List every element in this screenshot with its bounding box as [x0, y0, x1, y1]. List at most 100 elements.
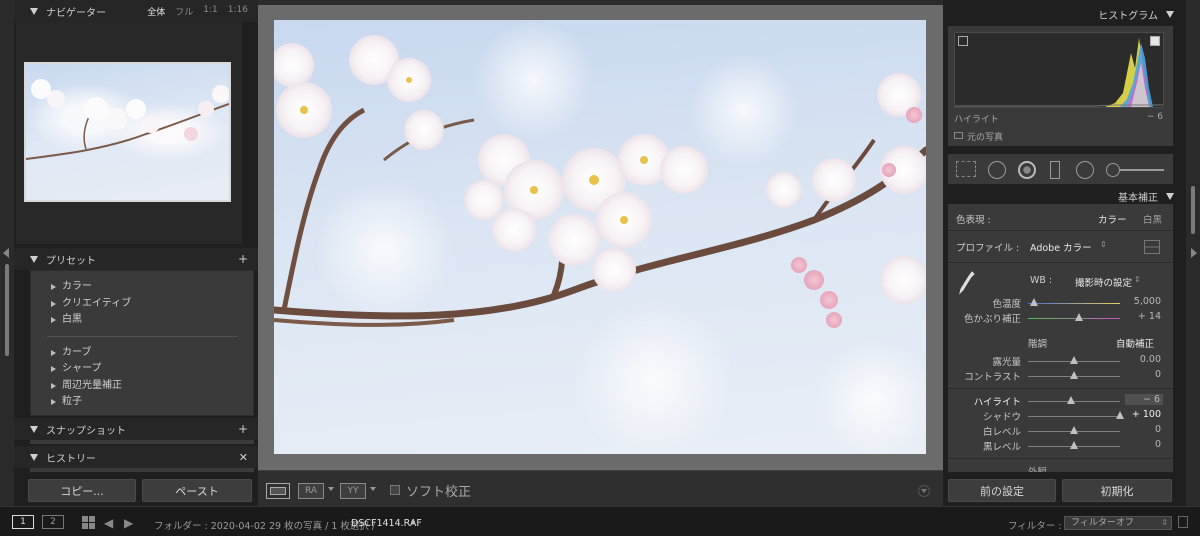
slider-temp[interactable]: 色温度 5,000	[948, 296, 1173, 310]
collapse-triangle-icon[interactable]	[1166, 10, 1174, 18]
main-photo[interactable]	[274, 20, 926, 454]
snapshots-header[interactable]: スナップショット +	[14, 418, 258, 440]
expand-triangle-icon[interactable]	[51, 399, 56, 406]
soft-proof-checkbox[interactable]	[390, 485, 400, 495]
preset-group-color[interactable]: カラー	[31, 279, 253, 296]
slider-whites[interactable]: 白レベル 0	[948, 424, 1173, 438]
right-panel-toggle[interactable]	[1186, 0, 1200, 506]
left-scrollbar[interactable]	[5, 264, 9, 356]
blacks-slider-knob[interactable]	[1070, 441, 1078, 449]
auto-tone-button[interactable]: 自動補正	[1116, 336, 1154, 350]
collapse-triangle-icon[interactable]	[1166, 192, 1174, 200]
radial-filter-icon[interactable]	[1076, 161, 1094, 179]
preset-group-curve[interactable]: カーブ	[31, 345, 253, 362]
clear-history-close-icon[interactable]: ✕	[239, 451, 248, 464]
histogram-info-value: − 6	[1146, 112, 1163, 122]
expand-triangle-icon[interactable]	[51, 349, 56, 356]
history-title: ヒストリー	[46, 453, 96, 465]
slider-highlights[interactable]: ハイライト − 6	[948, 394, 1173, 408]
add-preset-plus-icon[interactable]: +	[238, 252, 248, 266]
red-eye-icon[interactable]	[1018, 161, 1036, 179]
paste-button[interactable]: ペースト	[142, 479, 252, 502]
before-after-ra-button[interactable]: RA	[298, 483, 324, 499]
slider-blacks[interactable]: 黒レベル 0	[948, 439, 1173, 453]
collapse-right-arrow-icon[interactable]	[1191, 248, 1197, 258]
zoom-fill[interactable]: フル	[175, 5, 193, 18]
expand-triangle-icon[interactable]	[51, 317, 56, 324]
wb-dropdown-icon[interactable]: ⇕	[1134, 275, 1141, 284]
loupe-view-icon[interactable]	[266, 483, 290, 499]
slider-contrast[interactable]: コントラスト 0	[948, 369, 1173, 383]
main-window-button[interactable]: 1	[12, 515, 34, 529]
expand-triangle-icon[interactable]	[51, 300, 56, 307]
slider-exposure[interactable]: 露光量 0.00	[948, 354, 1173, 368]
temp-slider-knob[interactable]	[1030, 298, 1039, 306]
profile-dropdown[interactable]: Adobe カラー	[1030, 240, 1092, 254]
previous-settings-button[interactable]: 前の設定	[948, 479, 1056, 502]
expand-triangle-icon[interactable]	[51, 382, 56, 389]
copy-button[interactable]: コピー...	[28, 479, 136, 502]
collapse-triangle-icon[interactable]	[30, 255, 38, 263]
shadows-slider-track[interactable]	[1028, 416, 1120, 417]
preset-group-sharpen[interactable]: シャープ	[31, 361, 253, 378]
contrast-slider-knob[interactable]	[1070, 371, 1078, 379]
presets-header[interactable]: プリセット +	[14, 248, 258, 270]
filter-lock-icon[interactable]	[1178, 516, 1188, 528]
spot-removal-icon[interactable]	[988, 161, 1006, 179]
zoom-1-1[interactable]: 1:1	[203, 5, 217, 18]
crop-overlay-icon[interactable]	[956, 161, 976, 177]
previous-arrow-icon[interactable]: ◀	[104, 516, 113, 530]
exposure-slider-knob[interactable]	[1070, 356, 1078, 364]
preset-group-grain[interactable]: 粒子	[31, 394, 253, 411]
expand-triangle-icon[interactable]	[51, 366, 56, 373]
navigator-title: ナビゲーター	[46, 7, 106, 19]
before-after-yy-dropdown-icon[interactable]	[370, 487, 376, 491]
histogram-header[interactable]: ヒストグラム	[943, 2, 1186, 26]
before-after-yy-button[interactable]: YY	[340, 483, 366, 499]
next-arrow-icon[interactable]: ▶	[124, 516, 133, 530]
basic-title: 基本補正	[1118, 192, 1158, 204]
collapse-triangle-icon[interactable]	[30, 425, 38, 433]
collapse-triangle-icon[interactable]	[30, 7, 38, 15]
treatment-bw-option[interactable]: 白黒	[1143, 212, 1162, 226]
shadows-slider-knob[interactable]	[1116, 411, 1124, 419]
preset-group-vignette[interactable]: 周辺光量補正	[31, 378, 253, 395]
profile-label: プロファイル :	[956, 243, 1020, 254]
wb-dropdown[interactable]: 撮影時の設定	[1075, 275, 1132, 289]
toolbar-options-chevron-down-icon[interactable]	[918, 485, 930, 497]
right-scrollbar[interactable]	[1191, 186, 1195, 234]
filename-dropdown-icon[interactable]: ▾	[411, 518, 415, 527]
highlights-slider-knob[interactable]	[1067, 396, 1076, 404]
before-after-ra-dropdown-icon[interactable]	[328, 487, 334, 491]
profile-browser-grid-icon[interactable]	[1144, 240, 1160, 254]
whites-slider-knob[interactable]	[1070, 426, 1078, 434]
navigator-header[interactable]: ナビゲーター 全体 フル 1:1 1:16	[14, 0, 258, 22]
history-header[interactable]: ヒストリー ✕	[14, 446, 258, 468]
reset-button[interactable]: 初期化	[1062, 479, 1172, 502]
adjustment-brush-icon[interactable]	[1106, 163, 1164, 177]
histogram-graph[interactable]	[954, 32, 1164, 108]
zoom-1-16[interactable]: 1:16	[228, 5, 248, 18]
navigator-preview[interactable]	[16, 22, 242, 244]
original-photo-checkbox[interactable]	[954, 132, 963, 139]
grid-view-icon[interactable]	[82, 516, 95, 529]
collapse-triangle-icon[interactable]	[30, 453, 38, 461]
profile-dropdown-icon[interactable]: ⇕	[1100, 240, 1107, 249]
treatment-color-option[interactable]: カラー	[1098, 212, 1127, 226]
left-panel-toggle[interactable]	[0, 0, 14, 506]
slider-tint[interactable]: 色かぶり補正 + 14	[948, 311, 1173, 325]
filter-dropdown-icon[interactable]: ⇕	[1161, 517, 1168, 529]
tint-slider-knob[interactable]	[1074, 313, 1083, 321]
expand-triangle-icon[interactable]	[51, 284, 56, 291]
slider-shadows[interactable]: シャドウ + 100	[948, 409, 1173, 423]
navigator-thumbnail[interactable]	[24, 62, 231, 202]
filter-dropdown[interactable]: フィルターオフ ⇕	[1064, 516, 1172, 530]
preset-group-bw[interactable]: 白黒	[31, 312, 253, 329]
secondary-window-button[interactable]: 2	[42, 515, 64, 529]
graduated-filter-icon[interactable]	[1050, 161, 1060, 179]
collapse-left-arrow-icon[interactable]	[3, 248, 9, 258]
preset-group-creative[interactable]: クリエイティブ	[31, 296, 253, 313]
zoom-fit[interactable]: 全体	[147, 5, 165, 18]
temp-slider-track[interactable]	[1028, 303, 1120, 304]
add-snapshot-plus-icon[interactable]: +	[238, 422, 248, 436]
